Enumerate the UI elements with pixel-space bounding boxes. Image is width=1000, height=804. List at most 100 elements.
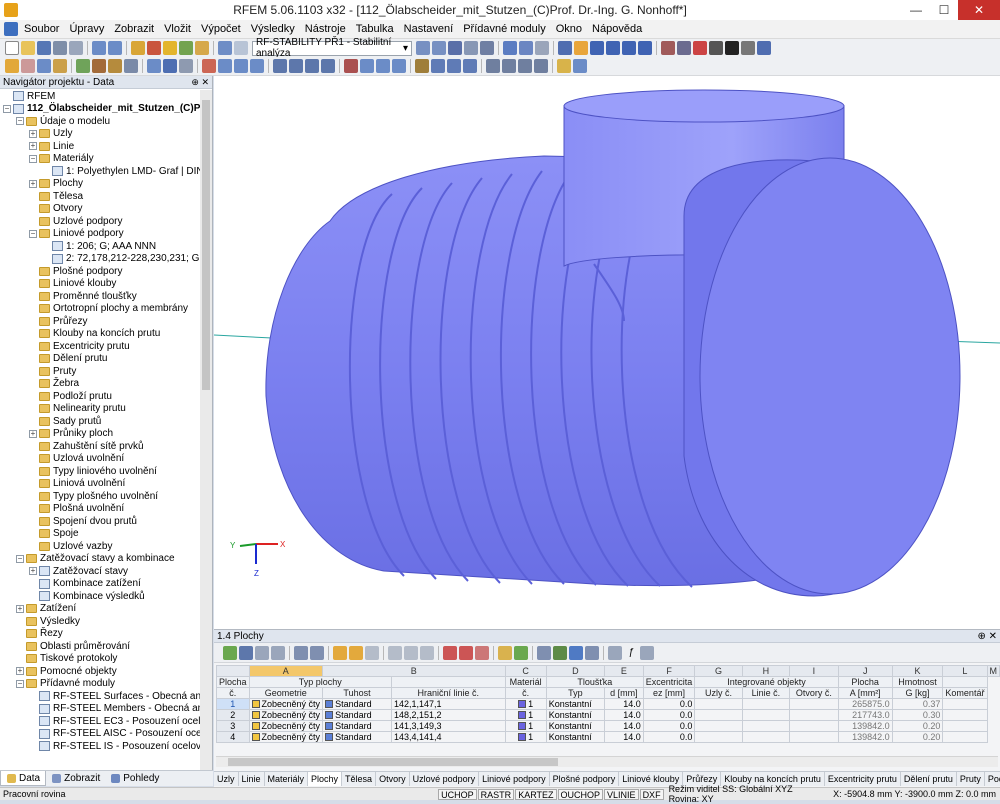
tab-linie[interactable]: Linie — [239, 772, 265, 786]
workplane-icon[interactable] — [376, 59, 390, 73]
cell-eccentricity[interactable]: 0.0 — [642, 731, 696, 743]
cell-eccentricity[interactable]: 0.0 — [642, 709, 696, 721]
table-sync-icon[interactable] — [365, 645, 379, 660]
cell-thickness[interactable]: 14.0 — [603, 731, 644, 743]
mirror-icon[interactable] — [741, 41, 755, 55]
iso-view-icon[interactable] — [486, 59, 500, 73]
guide-icon[interactable] — [392, 59, 406, 73]
cell-comment[interactable] — [942, 698, 988, 710]
tree-item[interactable]: RF-STEEL AISC - Posouzení ocelových — [0, 728, 200, 741]
cell-geometry[interactable]: Zobecněný čty — [248, 720, 324, 732]
tree-item[interactable]: Typy plošného uvolnění — [0, 490, 200, 503]
previous-icon[interactable] — [416, 41, 430, 55]
load-icon[interactable] — [147, 59, 161, 73]
cell-nodes[interactable] — [694, 698, 743, 710]
tree-item[interactable]: + Zatížení — [0, 603, 200, 616]
col-letter[interactable]: A — [248, 665, 324, 677]
expand-icon[interactable]: + — [29, 142, 37, 151]
tree-item[interactable]: RF-STEEL Surfaces - Obecná analýza n — [0, 690, 200, 703]
collapse-icon[interactable]: − — [29, 229, 37, 238]
tree-item[interactable]: Proměnné tloušťky — [0, 290, 200, 303]
cross-icon[interactable] — [709, 41, 723, 55]
tab-plochy[interactable]: Plochy — [308, 772, 343, 786]
table-color-icon[interactable] — [498, 645, 512, 660]
tree-item[interactable]: 2: 72,178,212-228,230,231; G; ANN N — [0, 253, 200, 266]
member-icon[interactable] — [53, 59, 67, 73]
cell-eccentricity[interactable]: 0.0 — [642, 698, 696, 710]
cell-boundary-lines[interactable]: 142,1,147,1 — [390, 698, 506, 710]
cell-thickness[interactable]: 14.0 — [603, 709, 644, 721]
expand-icon[interactable]: + — [16, 604, 24, 613]
table-row[interactable]: 4 Zobecněný čty Standard 143,4,141,4 1 Konsta… — [216, 731, 1000, 743]
cell-stiffness[interactable]: Standard — [322, 731, 392, 743]
show-results-icon[interactable] — [448, 41, 462, 55]
tree-item[interactable]: Sady prutů — [0, 415, 200, 428]
menu-zobrazit[interactable]: Zobrazit — [109, 23, 159, 35]
color-icon[interactable] — [557, 59, 571, 73]
table-excel-icon[interactable] — [223, 645, 237, 660]
cell-openings[interactable] — [789, 720, 839, 732]
check-icon[interactable] — [179, 41, 193, 55]
cell-nodes[interactable] — [694, 709, 743, 721]
tree-item[interactable]: − Materiály — [0, 153, 200, 166]
tab-pohledy[interactable]: Pohledy — [105, 771, 164, 786]
table-delete-row-icon[interactable] — [459, 645, 473, 660]
render-mode-icon[interactable] — [573, 59, 587, 73]
navigator-icon[interactable] — [234, 41, 248, 55]
object-icon[interactable] — [725, 41, 739, 55]
cell-material[interactable]: 1 — [504, 698, 547, 710]
comment-icon[interactable] — [431, 59, 445, 73]
edit-icon[interactable] — [131, 41, 145, 55]
results-icon[interactable] — [163, 41, 177, 55]
toggle-dxf[interactable]: DXF — [639, 788, 664, 800]
tree-item[interactable]: Spoje — [0, 528, 200, 541]
tree-item[interactable]: − Přídavné moduly — [0, 678, 200, 691]
tree-item[interactable]: Zahuštění sítě prvků — [0, 440, 200, 453]
cell-thickness-type[interactable]: Konstantní — [545, 720, 605, 732]
surfaces-icon[interactable] — [638, 41, 652, 55]
cell-thickness[interactable]: 14.0 — [603, 698, 644, 710]
arc-icon[interactable] — [37, 59, 51, 73]
tree-item[interactable]: Tiskové protokoly — [0, 653, 200, 666]
tree-item[interactable]: Klouby na koncích prutu — [0, 328, 200, 341]
menu-vysledky[interactable]: Výsledky — [246, 23, 300, 35]
undo-icon[interactable] — [92, 41, 106, 55]
table-next-icon[interactable] — [310, 645, 324, 660]
cell-material[interactable]: 1 — [504, 731, 547, 743]
close-button[interactable]: ✕ — [958, 0, 1000, 20]
snap-icon[interactable] — [360, 59, 374, 73]
cell-openings[interactable] — [789, 731, 839, 743]
table-check-icon[interactable] — [514, 645, 528, 660]
table-export-icon[interactable] — [239, 645, 253, 660]
tree-item[interactable]: Nelinearity prutu — [0, 403, 200, 416]
cell-material[interactable]: 1 — [504, 720, 547, 732]
redo-icon[interactable] — [108, 41, 122, 55]
tab-uzlové-podpory[interactable]: Uzlové podpory — [410, 772, 480, 786]
expand-icon[interactable]: + — [16, 667, 24, 676]
collapse-icon[interactable]: − — [16, 554, 24, 563]
table-row[interactable]: 2 Zobecněný čty Standard 148,2,151,2 1 Konsta… — [216, 709, 1000, 721]
formula-icon[interactable]: ƒ — [624, 645, 638, 660]
toggle-vlinie[interactable]: VLINIE — [604, 788, 639, 800]
table-units-icon[interactable] — [640, 645, 654, 660]
toggle-kartez[interactable]: KARTEZ — [515, 788, 557, 800]
toggle-ouchop[interactable]: OUCHOP — [557, 788, 604, 800]
render-icon[interactable] — [558, 41, 572, 55]
nodes-icon[interactable] — [606, 41, 620, 55]
tab-dělení-prutu[interactable]: Dělení prutu — [901, 772, 957, 786]
collapse-icon[interactable]: − — [3, 104, 11, 113]
menu-nastroje[interactable]: Nástroje — [300, 23, 351, 35]
next-icon[interactable] — [432, 41, 446, 55]
scale-icon[interactable] — [250, 59, 264, 73]
tree-item[interactable]: RF-STEEL EC3 - Posouzení ocelových p — [0, 715, 200, 728]
col-letter[interactable]: M — [986, 665, 1000, 677]
table-pin-close[interactable]: ⊕ ✕ — [977, 631, 997, 642]
col-letter[interactable]: B — [322, 665, 506, 677]
tree-item[interactable]: + Plochy — [0, 178, 200, 191]
table-delete-icon[interactable] — [443, 645, 457, 660]
tree-item[interactable]: Spojení dvou prutů — [0, 515, 200, 528]
nozzle-top[interactable] — [563, 89, 845, 123]
cell-stiffness[interactable]: Standard — [322, 720, 392, 732]
table-hscrollbar[interactable] — [216, 756, 998, 767]
tree-item[interactable]: Otvory — [0, 203, 200, 216]
